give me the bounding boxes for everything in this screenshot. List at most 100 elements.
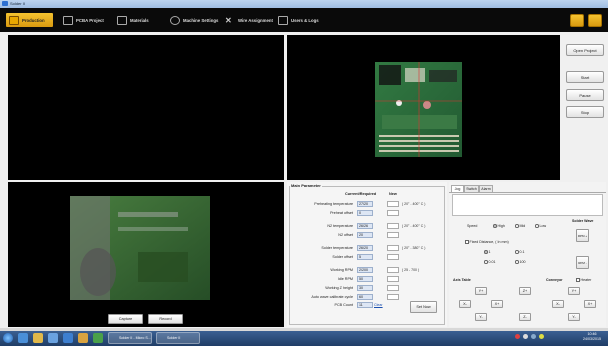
param-label: Preheat offset — [330, 211, 353, 215]
tab-pcba-project[interactable]: PCBA Project — [63, 13, 104, 27]
app-icon[interactable] — [63, 333, 73, 343]
col-current-header: Current/Required — [345, 192, 377, 196]
z-plus-button[interactable]: Z+ — [519, 287, 531, 295]
param-label: Preheating temperature — [314, 202, 353, 206]
camera-view-bottom-left: Capture Record — [8, 182, 284, 327]
heater-checkbox[interactable]: Heater — [576, 278, 591, 282]
main-tab-bar: Production PCBA Project Materials Machin… — [0, 8, 608, 32]
ie-icon[interactable] — [18, 333, 28, 343]
conveyor-y-plus-button[interactable]: Y+ — [568, 287, 580, 295]
solder-wave-label: Solder Wave — [572, 219, 594, 223]
tab-production[interactable]: Production — [6, 13, 53, 27]
app-icon[interactable] — [78, 333, 88, 343]
param-new-input[interactable] — [387, 285, 399, 291]
speed-low-radio[interactable]: Low — [535, 224, 546, 228]
x-minus-button[interactable]: X- — [459, 300, 471, 308]
pcb-image-top — [375, 62, 462, 157]
conveyor-y-minus-button[interactable]: Y- — [568, 313, 580, 321]
y-minus-button[interactable]: Y- — [475, 313, 487, 321]
tab-wire-assignment[interactable]: ✕ Wire Assignment — [225, 13, 273, 27]
param-current-value: 20 — [357, 232, 373, 238]
system-tray — [515, 334, 575, 343]
title-bar: Solder II — [0, 0, 608, 8]
tab-machine-settings[interactable]: Machine Settings — [170, 13, 218, 27]
message-area — [452, 194, 603, 216]
y-plus-button[interactable]: Y+ — [475, 287, 487, 295]
param-current-value: 11 — [357, 302, 373, 308]
taskbar-window-solder-micro[interactable]: Solder II - Micro S... — [108, 332, 152, 344]
pause-button[interactable]: Pause — [566, 89, 604, 101]
fixed-distance-checkbox[interactable]: Fixed Distance, ( In mm) — [465, 240, 509, 244]
z-minus-button[interactable]: Z- — [519, 313, 531, 321]
rpm-down-button[interactable]: RPM - — [576, 256, 589, 269]
settings-icon[interactable] — [588, 14, 602, 27]
distance-1-radio[interactable]: 1 — [484, 250, 491, 254]
tray-icon[interactable] — [539, 334, 544, 339]
warning-icon[interactable] — [570, 14, 584, 27]
col-new-header: New — [389, 192, 397, 196]
distance-100-radio[interactable]: 100 — [515, 260, 526, 264]
param-label: Solder offset — [332, 255, 353, 259]
param-new-input[interactable] — [387, 201, 399, 207]
radio-icon — [535, 224, 539, 228]
param-new-input[interactable] — [387, 232, 399, 238]
param-current-value: 2/200 — [357, 267, 373, 273]
tab-switch[interactable]: Switch — [464, 185, 479, 192]
param-new-input[interactable] — [387, 210, 399, 216]
param-label: Working RPM — [330, 268, 353, 272]
param-current-value: 0 — [357, 210, 373, 216]
param-current-value: 30 — [357, 285, 373, 291]
rpm-up-button[interactable]: RPM + — [576, 229, 589, 242]
radio-icon — [515, 250, 519, 254]
tab-jog[interactable]: Jog — [451, 185, 464, 192]
param-new-input[interactable] — [387, 245, 399, 251]
param-current-value: 5 — [357, 254, 373, 260]
conveyor-x-minus-button[interactable]: X- — [552, 300, 564, 308]
capture-button[interactable]: Capture — [108, 314, 143, 324]
param-current-value: 26/26 — [357, 223, 373, 229]
param-new-input[interactable] — [387, 267, 399, 273]
param-current-value: 60 — [357, 294, 373, 300]
tab-users-logs[interactable]: Users & Logs — [278, 13, 319, 27]
taskbar-window-solder[interactable]: Solder II — [156, 332, 200, 344]
stop-button[interactable]: Stop — [566, 106, 604, 118]
app-icon[interactable] — [93, 333, 103, 343]
param-new-input[interactable] — [387, 254, 399, 260]
folder-icon[interactable] — [33, 333, 43, 343]
param-new-input[interactable] — [387, 294, 399, 300]
tab-materials[interactable]: Materials — [117, 13, 149, 27]
clear-link[interactable]: Clear — [374, 303, 383, 307]
param-range: ( 20° - 400° C ) — [402, 202, 426, 206]
radio-icon — [493, 224, 497, 228]
conveyor-x-plus-button[interactable]: X+ — [584, 300, 596, 308]
param-label: N2 offset — [338, 233, 353, 237]
clock[interactable]: 10:46 24/03/2015 — [578, 332, 606, 342]
camera-view-top-left — [8, 35, 284, 180]
set-now-button[interactable]: Set Now — [410, 301, 437, 313]
tray-icon[interactable] — [523, 334, 528, 339]
record-button[interactable]: Record — [148, 314, 183, 324]
speed-high-radio[interactable]: High — [493, 224, 505, 228]
tray-icon[interactable] — [531, 334, 536, 339]
distance-0-1-radio[interactable]: 0.1 — [515, 250, 525, 254]
x-plus-button[interactable]: X+ — [491, 300, 503, 308]
app-icon — [2, 1, 8, 6]
axis-table-label: Axis Table — [453, 278, 471, 282]
tray-icon[interactable] — [515, 334, 520, 339]
param-current-value: 26/20 — [357, 245, 373, 251]
param-new-input[interactable] — [387, 276, 399, 282]
open-project-button[interactable]: Open Project — [566, 44, 604, 56]
param-label: Idle RPM — [337, 277, 353, 281]
param-new-input[interactable] — [387, 223, 399, 229]
start-orb-icon[interactable] — [3, 333, 13, 343]
media-icon[interactable] — [48, 333, 58, 343]
speed-mid-radio[interactable]: Mid — [515, 224, 525, 228]
window-title: Solder II — [10, 1, 25, 6]
start-button[interactable]: Start — [566, 71, 604, 83]
main-parameter-title: Main Parameter — [290, 183, 322, 188]
materials-icon — [117, 15, 127, 25]
main-parameter-panel: Main Parameter Current/Required New Preh… — [287, 182, 447, 327]
tab-alarm[interactable]: Alarm — [479, 185, 493, 192]
radio-icon — [484, 250, 488, 254]
distance-0-01-radio[interactable]: 0.01 — [484, 260, 496, 264]
